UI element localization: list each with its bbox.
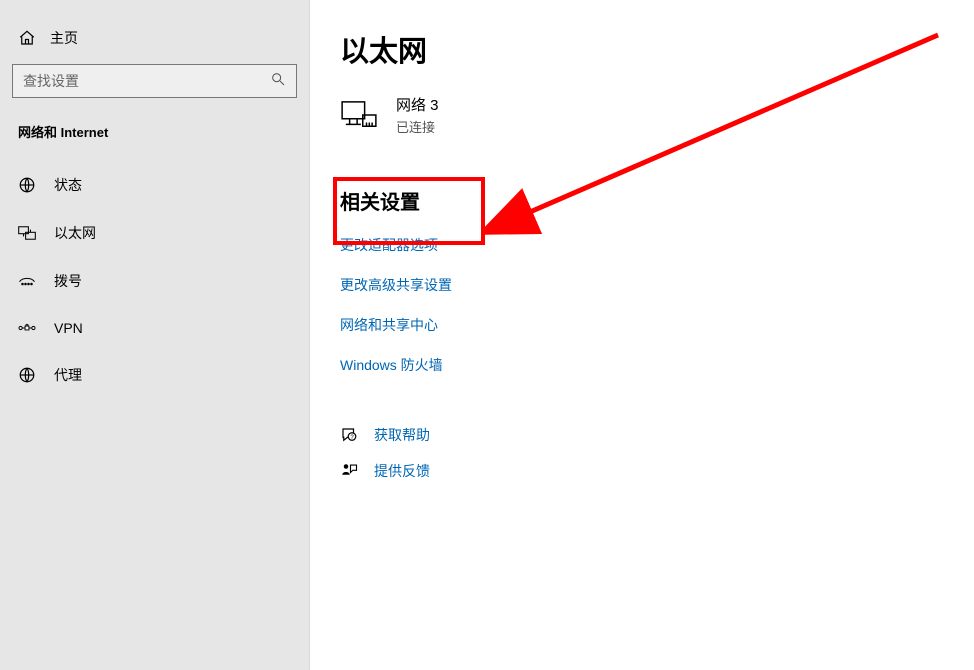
network-status: 已连接	[396, 117, 439, 136]
search-input[interactable]	[23, 73, 270, 89]
monitor-network-icon	[340, 100, 378, 130]
sidebar-item-label: VPN	[54, 320, 83, 336]
link-change-adapter[interactable]: 更改适配器选项	[340, 225, 974, 265]
sidebar-item-label: 拨号	[54, 271, 82, 291]
sidebar-item-label: 状态	[54, 175, 82, 195]
help-icon: ?	[340, 426, 358, 444]
link-windows-firewall[interactable]: Windows 防火墙	[340, 345, 974, 385]
search-box[interactable]	[12, 64, 297, 98]
feedback-link-label: 提供反馈	[374, 461, 430, 481]
home-button[interactable]: 主页	[0, 18, 309, 58]
sidebar: 主页 网络和 Internet 状态	[0, 0, 310, 670]
help-block: ? 获取帮助 提供反馈	[340, 417, 974, 489]
sidebar-item-label: 以太网	[54, 223, 96, 243]
help-link-label: 获取帮助	[374, 425, 430, 445]
sidebar-item-dialup[interactable]: 拨号	[0, 257, 309, 305]
main-content: 以太网 网络 3 已连接 相关设置 更改适配器选项 更改高级共享设置 网络和共享…	[310, 0, 974, 670]
network-info: 网络 3 已连接	[396, 94, 439, 136]
home-label: 主页	[50, 28, 78, 48]
ethernet-icon	[18, 224, 36, 242]
home-icon	[18, 29, 36, 47]
related-settings-title: 相关设置	[340, 186, 974, 215]
sidebar-item-status[interactable]: 状态	[0, 161, 309, 209]
get-help-link[interactable]: ? 获取帮助	[340, 417, 974, 453]
page-title: 以太网	[340, 28, 974, 70]
network-name: 网络 3	[396, 94, 439, 115]
link-advanced-sharing[interactable]: 更改高级共享设置	[340, 265, 974, 305]
link-network-center[interactable]: 网络和共享中心	[340, 305, 974, 345]
feedback-icon	[340, 462, 358, 480]
status-icon	[18, 176, 36, 194]
section-title: 网络和 Internet	[0, 112, 309, 161]
vpn-icon	[18, 319, 36, 337]
dialup-icon	[18, 272, 36, 290]
sidebar-item-vpn[interactable]: VPN	[0, 305, 309, 351]
sidebar-item-proxy[interactable]: 代理	[0, 351, 309, 399]
search-icon	[270, 71, 286, 92]
give-feedback-link[interactable]: 提供反馈	[340, 453, 974, 489]
proxy-icon	[18, 366, 36, 384]
network-item[interactable]: 网络 3 已连接	[340, 94, 974, 136]
sidebar-item-label: 代理	[54, 365, 82, 385]
sidebar-item-ethernet[interactable]: 以太网	[0, 209, 309, 257]
